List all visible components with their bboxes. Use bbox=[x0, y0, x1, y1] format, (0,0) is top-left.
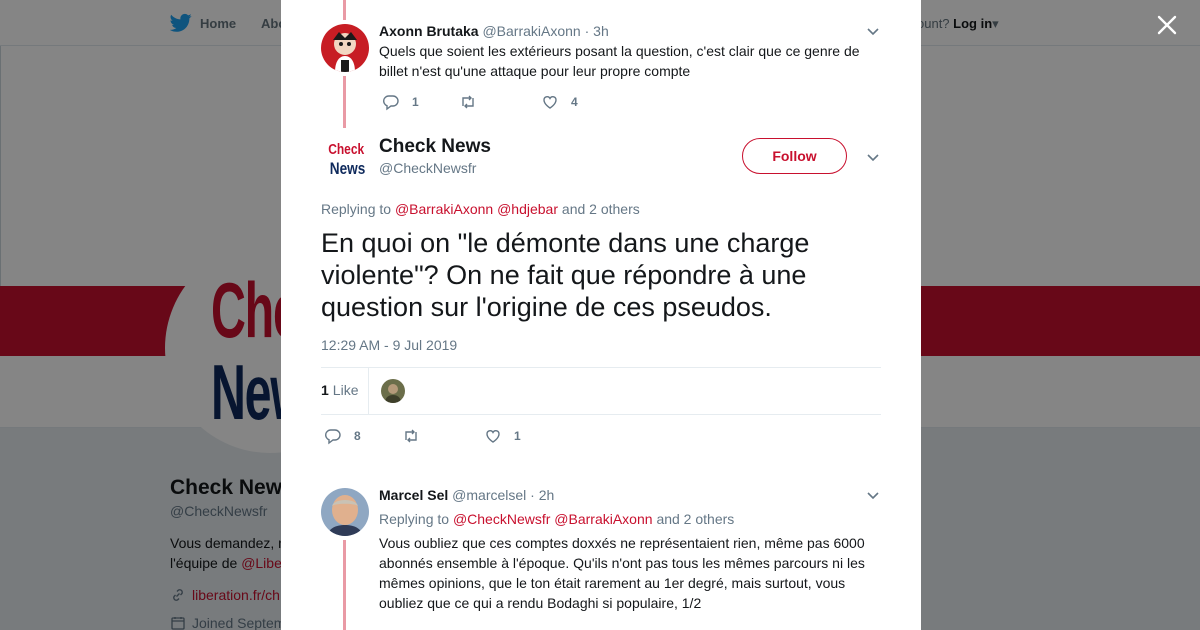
heart-icon bbox=[543, 96, 557, 109]
replying-suffix[interactable]: and 2 others bbox=[562, 201, 640, 217]
replying-to: Replying to @CheckNewsfr @BarrakiAxonn a… bbox=[379, 511, 734, 527]
chevron-down-icon[interactable] bbox=[865, 149, 881, 165]
tweet-actions: 1 4 bbox=[382, 93, 578, 111]
tweet-author-handle[interactable]: @BarrakiAxonn bbox=[482, 23, 580, 39]
avatar[interactable] bbox=[321, 488, 369, 536]
mention-link[interactable]: @CheckNewsfr bbox=[453, 511, 550, 527]
svg-text:Check: Check bbox=[328, 141, 364, 158]
svg-text:News: News bbox=[330, 160, 365, 179]
reply-count: 1 bbox=[412, 95, 419, 109]
like-stat-count: 1 bbox=[321, 382, 329, 398]
like-stat-label: Like bbox=[332, 382, 359, 398]
avatar[interactable]: Check News bbox=[321, 134, 369, 182]
retweet-icon bbox=[405, 429, 417, 443]
tweet-author-name[interactable]: Axonn Brutaka bbox=[379, 23, 479, 39]
main-tweet-author-name[interactable]: Check News bbox=[379, 136, 491, 158]
reply-icon bbox=[325, 429, 341, 445]
main-tweet-text: En quoi on "le démonte dans une charge v… bbox=[321, 228, 810, 322]
like-count: 1 bbox=[514, 429, 521, 443]
avatar-image-checknews: Check News bbox=[321, 134, 369, 182]
tweet-header: Marcel Sel @marcelsel · 2h bbox=[379, 487, 554, 503]
tweet-header: Axonn Brutaka @BarrakiAxonn · 3h bbox=[379, 23, 609, 39]
main-tweet-timestamp[interactable]: 12:29 AM - 9 Jul 2019 bbox=[321, 337, 457, 353]
main-tweet-actions: 8 1 bbox=[324, 427, 521, 445]
liker-avatar-image bbox=[381, 379, 405, 403]
thread-line-t1 bbox=[343, 76, 346, 128]
like-stat[interactable]: 1 Like bbox=[321, 382, 358, 398]
tweet-stats: 1 Like bbox=[321, 367, 881, 415]
like-button[interactable]: 4 bbox=[541, 93, 578, 111]
replying-prefix: Replying to bbox=[379, 511, 450, 527]
mention-link[interactable]: @BarrakiAxonn bbox=[554, 511, 652, 527]
reply-button[interactable]: 8 bbox=[324, 427, 402, 445]
liker-avatar[interactable] bbox=[381, 379, 405, 403]
reply-count: 8 bbox=[354, 429, 361, 443]
chevron-down-icon[interactable] bbox=[865, 23, 881, 39]
mention-link[interactable]: @hdjebar bbox=[497, 201, 558, 217]
tweet-author-name[interactable]: Marcel Sel bbox=[379, 487, 448, 503]
tweet-author-handle[interactable]: @marcelsel bbox=[452, 487, 526, 503]
reply-icon bbox=[383, 95, 399, 111]
mention-link[interactable]: @BarrakiAxonn bbox=[395, 201, 493, 217]
avatar[interactable] bbox=[321, 24, 369, 72]
thread-line-t3 bbox=[343, 540, 346, 630]
avatar-image-marcel bbox=[321, 488, 369, 536]
thread-line-top bbox=[343, 0, 346, 20]
retweet-icon bbox=[462, 95, 474, 109]
main-tweet-author-handle[interactable]: @CheckNewsfr bbox=[379, 160, 476, 176]
tweet-time[interactable]: · 3h bbox=[585, 23, 609, 39]
close-icon[interactable] bbox=[1154, 12, 1180, 38]
tweet-text: Quels que soient les extérieurs posant l… bbox=[379, 43, 860, 79]
replying-suffix[interactable]: and 2 others bbox=[656, 511, 734, 527]
replying-to: Replying to @BarrakiAxonn @hdjebar and 2… bbox=[321, 201, 640, 217]
like-button[interactable]: 1 bbox=[484, 427, 521, 445]
avatar-image-axonn bbox=[321, 24, 369, 72]
heart-icon bbox=[486, 430, 500, 443]
tweet-text: Vous oubliez que ces comptes doxxés ne r… bbox=[379, 535, 865, 611]
chevron-down-icon[interactable] bbox=[865, 487, 881, 503]
tweet-time[interactable]: · 2h bbox=[530, 487, 554, 503]
follow-button[interactable]: Follow bbox=[742, 138, 847, 174]
replying-prefix: Replying to bbox=[321, 201, 392, 217]
retweet-button[interactable] bbox=[459, 93, 541, 111]
retweet-button[interactable] bbox=[402, 427, 484, 445]
like-count: 4 bbox=[571, 95, 578, 109]
stats-divider bbox=[368, 368, 369, 414]
reply-button[interactable]: 1 bbox=[382, 93, 459, 111]
tweet-modal: Axonn Brutaka @BarrakiAxonn · 3h Quels q… bbox=[281, 0, 921, 630]
